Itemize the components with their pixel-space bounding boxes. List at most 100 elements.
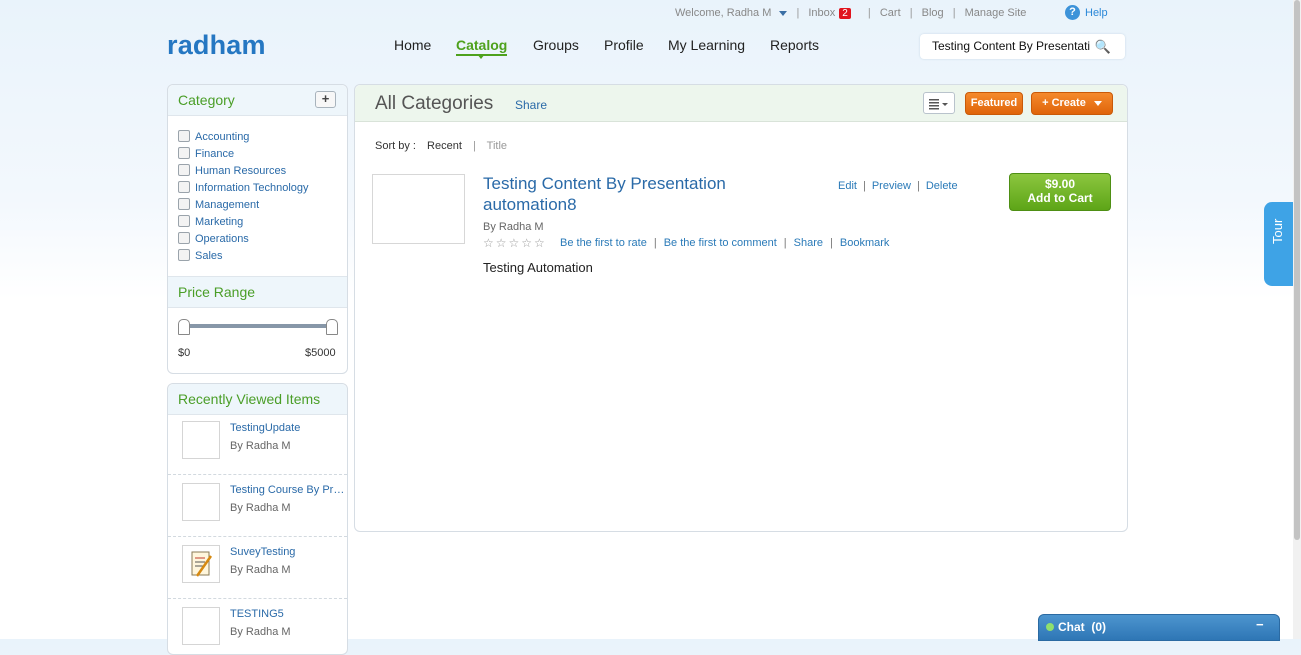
page-scrollbar[interactable] — [1293, 0, 1301, 639]
chat-label[interactable]: Chat (0) — [1058, 620, 1106, 634]
category-item-finance[interactable]: Finance — [178, 147, 234, 160]
page-title: All Categories — [375, 93, 494, 114]
content-actions: Edit | Preview | Delete — [838, 180, 958, 192]
category-label[interactable]: Operations — [195, 233, 249, 245]
list-view-icon — [929, 99, 948, 110]
category-label[interactable]: Finance — [195, 148, 234, 160]
recent-item[interactable]: SuveyTesting By Radha M — [168, 536, 347, 599]
nav-my-learning[interactable]: My Learning — [668, 37, 745, 53]
recent-item-title[interactable]: TESTING5 — [230, 608, 345, 620]
delete-link[interactable]: Delete — [926, 180, 958, 192]
add-category-button[interactable]: + — [315, 91, 336, 108]
help-link[interactable]: Help — [1085, 7, 1108, 19]
item-thumbnail[interactable] — [182, 607, 220, 645]
create-label[interactable]: + Create — [1042, 97, 1086, 109]
nav-reports[interactable]: Reports — [770, 37, 819, 53]
inbox-link[interactable]: Inbox 2 — [808, 7, 851, 19]
recent-item[interactable]: Testing Course By Presentation By Radha … — [168, 474, 347, 537]
content-thumbnail[interactable] — [372, 174, 465, 244]
catalog-content: All Categories Share Featured + Create S… — [354, 84, 1128, 532]
featured-button[interactable]: Featured — [965, 92, 1023, 115]
tour-label[interactable]: Tour — [1270, 219, 1285, 244]
sort-bar: Sort by : Recent | Title — [375, 140, 508, 152]
category-item-accounting[interactable]: Accounting — [178, 130, 249, 143]
sort-title[interactable]: Title — [487, 140, 507, 152]
category-label[interactable]: Management — [195, 199, 259, 211]
chat-title[interactable]: Chat — [1058, 620, 1085, 634]
bookmark-link[interactable]: Bookmark — [840, 237, 890, 249]
category-item-management[interactable]: Management — [178, 198, 259, 211]
rating-stars-icon[interactable]: ☆☆☆☆☆ — [483, 236, 547, 250]
add-to-cart-button[interactable]: $9.00 Add to Cart — [1009, 173, 1111, 211]
chevron-down-icon — [1093, 100, 1102, 106]
category-label[interactable]: Marketing — [195, 216, 243, 228]
recent-item-title[interactable]: TestingUpdate — [230, 422, 345, 434]
category-label[interactable]: Accounting — [195, 131, 249, 143]
edit-link[interactable]: Edit — [838, 180, 857, 192]
welcome-text: Welcome, Radha M — [675, 7, 772, 19]
category-item-marketing[interactable]: Marketing — [178, 215, 243, 228]
price-slider-track[interactable] — [184, 324, 334, 328]
inbox-count-badge: 2 — [839, 8, 851, 19]
manage-site-link[interactable]: Manage Site — [965, 7, 1027, 19]
checkbox[interactable] — [178, 198, 190, 210]
help-icon[interactable]: ? — [1065, 5, 1080, 20]
checkbox[interactable] — [178, 147, 190, 159]
recent-item-title[interactable]: Testing Course By Presentation — [230, 484, 345, 496]
checkbox[interactable] — [178, 130, 190, 142]
recent-item-author: By Radha M — [230, 626, 291, 638]
price-range-section: Price Range $0 $5000 — [168, 276, 347, 359]
online-status-icon — [1046, 623, 1054, 631]
checkbox[interactable] — [178, 164, 190, 176]
checkbox[interactable] — [178, 232, 190, 244]
recently-viewed-heading: Recently Viewed Items — [168, 384, 347, 415]
price-range-heading: Price Range — [168, 276, 347, 308]
survey-notepad-icon[interactable] — [182, 545, 220, 583]
category-label[interactable]: Human Resources — [195, 165, 286, 177]
category-item-human-resources[interactable]: Human Resources — [178, 164, 286, 177]
content-meta: Be the first to rate | Be the first to com… — [560, 237, 890, 249]
checkbox[interactable] — [178, 249, 190, 261]
price-label[interactable]: $9.00 — [1010, 177, 1110, 191]
category-label[interactable]: Information Technology — [195, 182, 309, 194]
sort-recent[interactable]: Recent — [427, 140, 462, 152]
price-slider-max-handle[interactable] — [326, 319, 338, 335]
price-min-label: $0 — [178, 347, 191, 359]
share-link[interactable]: Share — [794, 237, 823, 249]
minimize-icon[interactable]: − — [1256, 617, 1264, 632]
cart-link[interactable]: Cart — [880, 7, 901, 19]
nav-home[interactable]: Home — [394, 37, 431, 53]
category-item-information-technology[interactable]: Information Technology — [178, 181, 309, 194]
view-toggle-button[interactable] — [923, 92, 955, 114]
checkbox[interactable] — [178, 181, 190, 193]
scrollbar-thumb[interactable] — [1294, 0, 1300, 540]
preview-link[interactable]: Preview — [872, 180, 911, 192]
recent-item-title[interactable]: SuveyTesting — [230, 546, 345, 558]
inbox-label[interactable]: Inbox — [808, 7, 835, 19]
blog-link[interactable]: Blog — [922, 7, 944, 19]
category-item-sales[interactable]: Sales — [178, 249, 223, 262]
create-button[interactable]: + Create — [1031, 92, 1113, 115]
share-category-link[interactable]: Share — [515, 98, 547, 112]
recent-item[interactable]: TESTING5 By Radha M — [168, 598, 347, 654]
category-item-operations[interactable]: Operations — [178, 232, 249, 245]
category-label[interactable]: Sales — [195, 250, 223, 262]
content-title-link[interactable]: Testing Content By Presentation automati… — [483, 173, 773, 215]
price-slider-min-handle[interactable] — [178, 319, 190, 335]
content-description: Testing Automation — [483, 260, 593, 275]
add-to-cart-label[interactable]: Add to Cart — [1010, 191, 1110, 205]
search-input[interactable] — [932, 39, 1090, 53]
chat-bar[interactable]: Chat (0) − — [1038, 614, 1280, 641]
comment-link[interactable]: Be the first to comment — [664, 237, 777, 249]
rate-link[interactable]: Be the first to rate — [560, 237, 647, 249]
checkbox[interactable] — [178, 215, 190, 227]
item-thumbnail[interactable] — [182, 421, 220, 459]
chevron-down-icon[interactable] — [779, 10, 788, 16]
recently-viewed-panel: Recently Viewed Items TestingUpdate By R… — [167, 383, 348, 655]
recent-item[interactable]: TestingUpdate By Radha M — [168, 412, 347, 475]
search-icon[interactable]: 🔍 — [1095, 39, 1111, 55]
site-logo[interactable]: radham — [167, 30, 266, 61]
nav-profile[interactable]: Profile — [604, 37, 644, 53]
nav-groups[interactable]: Groups — [533, 37, 579, 53]
item-thumbnail[interactable] — [182, 483, 220, 521]
